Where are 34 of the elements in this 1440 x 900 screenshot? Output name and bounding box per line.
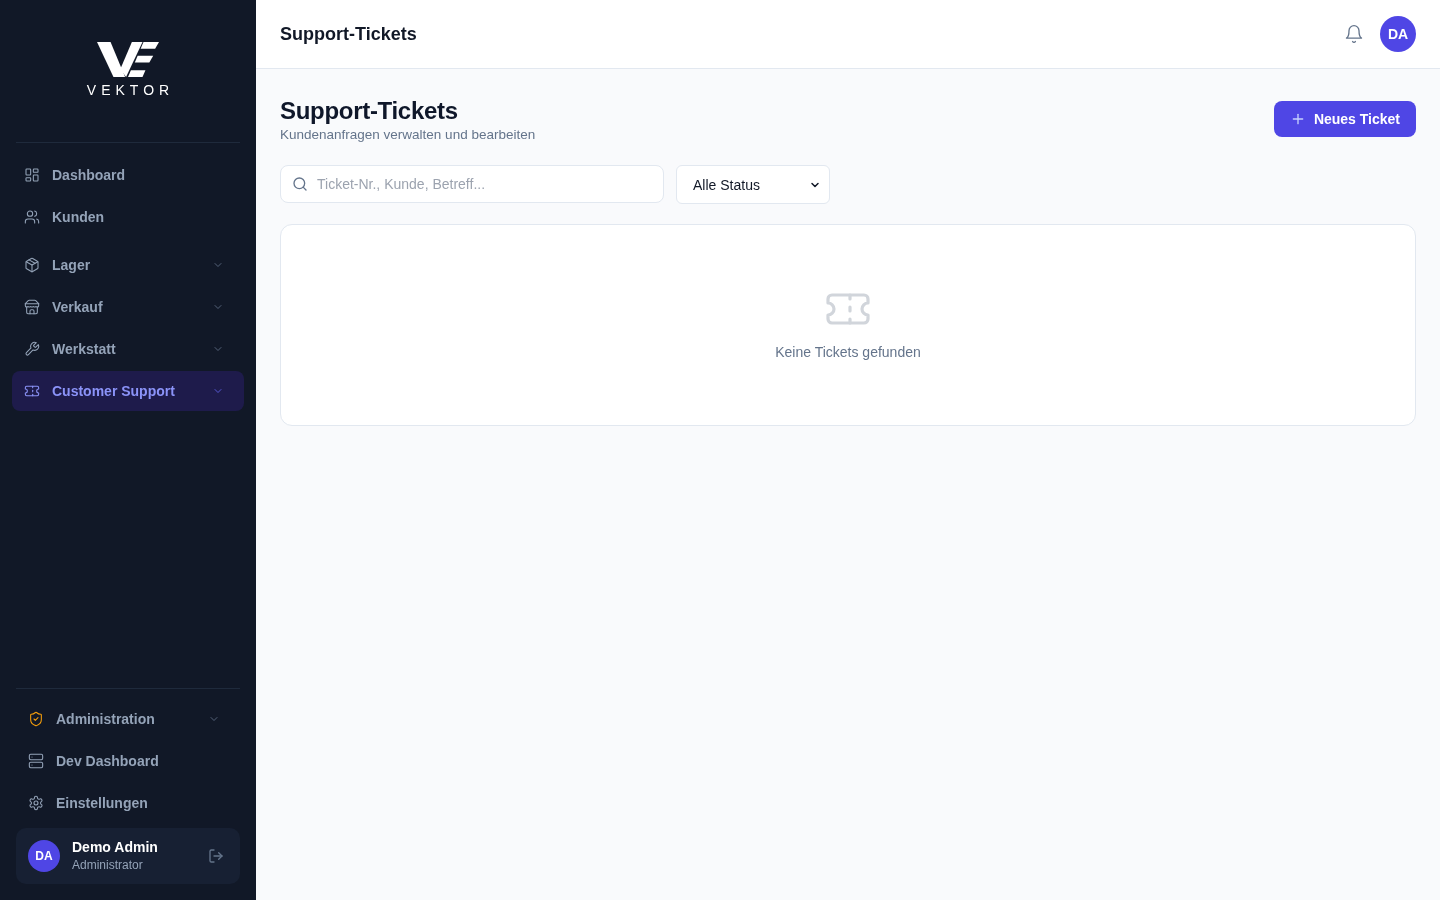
wrench-icon xyxy=(24,341,40,357)
logo-mark xyxy=(97,42,159,77)
search-icon xyxy=(292,176,308,192)
nav-item[interactable]: Customer Support xyxy=(12,371,244,411)
search-field[interactable]: Ticket-Nr., Kunde, Betreff... xyxy=(280,165,664,203)
nav-item[interactable]: Dev Dashboard xyxy=(16,741,240,781)
server-icon xyxy=(28,753,44,769)
nav-item[interactable]: Dashboard xyxy=(12,155,244,195)
users-icon xyxy=(24,209,40,225)
nav-item[interactable]: Administration xyxy=(16,699,240,739)
nav-item[interactable]: Lager xyxy=(12,245,244,285)
user-avatar[interactable]: DA xyxy=(1380,16,1416,52)
user-name: Demo Admin xyxy=(72,839,159,856)
page-title: Support-Tickets xyxy=(280,97,459,125)
store-icon xyxy=(24,299,40,315)
header-title: Support-Tickets xyxy=(280,23,418,45)
page-subtitle: Kundenanfragen verwalten und bearbeiten xyxy=(280,126,536,144)
box-icon xyxy=(24,257,40,273)
new-ticket-button[interactable]: Neues Ticket xyxy=(1273,101,1416,137)
user-avatar: DA xyxy=(28,840,60,872)
logo-wordmark: VEKTOR xyxy=(85,82,175,98)
ticket-icon xyxy=(24,383,40,399)
status-dropdown[interactable]: Alle Status xyxy=(676,165,830,204)
notification-bell-icon[interactable] xyxy=(1344,24,1364,44)
shield-check-icon xyxy=(28,711,44,727)
nav-item[interactable]: Werkstatt xyxy=(12,329,244,369)
settings-icon xyxy=(28,795,44,811)
nav-item[interactable]: Kunden xyxy=(12,197,244,237)
logout-icon[interactable] xyxy=(208,848,224,864)
nav-item[interactable]: Verkauf xyxy=(12,287,244,327)
user-role: Administrator xyxy=(72,858,144,873)
grid-icon xyxy=(24,167,40,183)
nav-item[interactable]: Einstellungen xyxy=(16,783,240,823)
empty-state-message: Keine Tickets gefunden xyxy=(775,343,921,362)
